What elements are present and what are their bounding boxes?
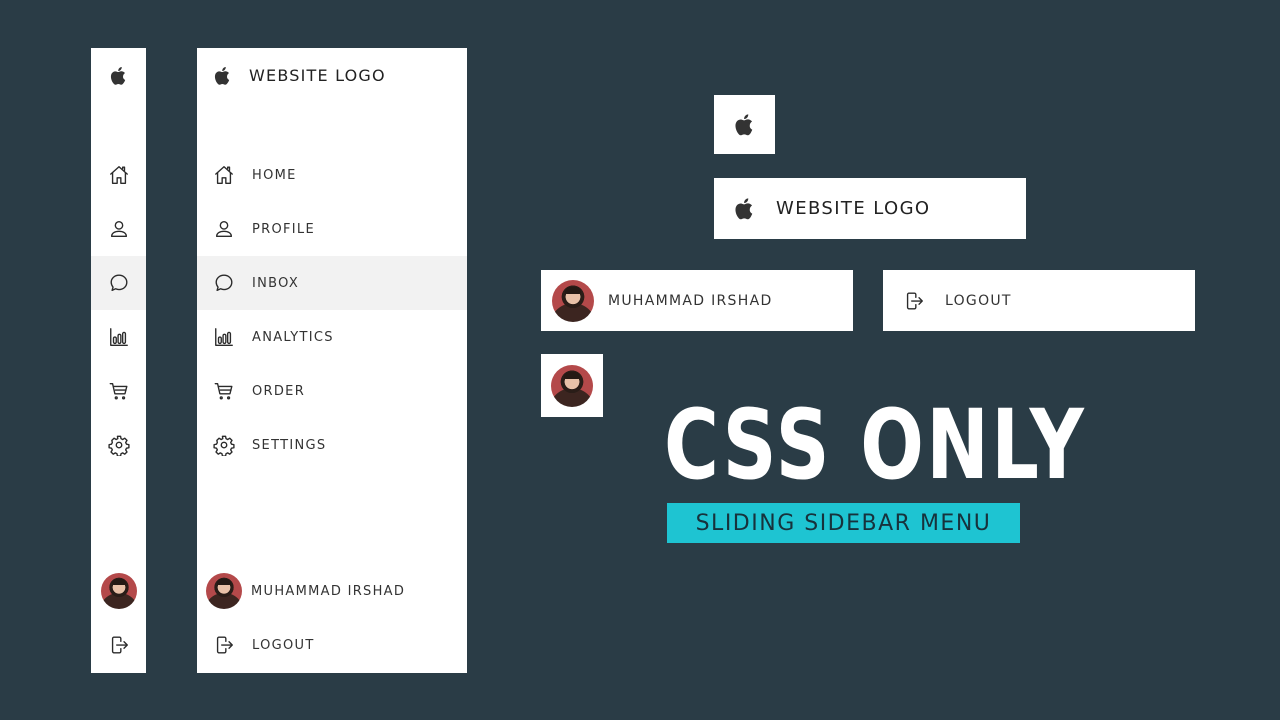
logo-icon-card — [714, 95, 775, 154]
collapsed-sidebar — [91, 48, 146, 673]
sidebar-item-order[interactable]: ORDER — [197, 364, 467, 418]
avatar — [100, 573, 137, 609]
gear-icon — [108, 434, 130, 456]
apple-icon — [108, 65, 130, 87]
user-name: MUHAMMAD IRSHAD — [251, 583, 406, 599]
sidebar-item-profile[interactable]: PROFILE — [197, 202, 467, 256]
cart-icon — [108, 380, 130, 402]
logout-card: LOGOUT — [883, 270, 1195, 331]
sidebar-user[interactable] — [91, 564, 146, 618]
logout-icon — [903, 290, 925, 312]
sidebar-item-label: PROFILE — [252, 221, 315, 237]
sidebar-item-inbox[interactable] — [91, 256, 146, 310]
bar-chart-icon — [108, 326, 130, 348]
user-icon — [108, 218, 130, 240]
home-icon — [108, 164, 130, 186]
user-icon — [213, 218, 235, 240]
sidebar-logo[interactable]: WEBSITE LOGO — [197, 48, 467, 103]
gear-icon — [213, 434, 235, 456]
sidebar-item-settings[interactable]: SETTINGS — [197, 418, 467, 472]
apple-icon — [732, 196, 758, 222]
sidebar-user[interactable]: MUHAMMAD IRSHAD — [197, 564, 467, 618]
user-card: MUHAMMAD IRSHAD — [541, 270, 853, 331]
sidebar-logout[interactable] — [91, 618, 146, 672]
sidebar-item-inbox[interactable]: INBOX — [197, 256, 467, 310]
expanded-sidebar: WEBSITE LOGO HOME PROFILE INBOX ANALYTIC… — [197, 48, 467, 673]
avatar — [552, 279, 594, 322]
cart-icon — [213, 380, 235, 402]
sidebar-logout[interactable]: LOGOUT — [197, 618, 467, 672]
apple-icon — [732, 112, 758, 138]
sidebar-item-home[interactable]: HOME — [197, 148, 467, 202]
logout-icon — [213, 634, 235, 656]
sidebar-item-profile[interactable] — [91, 202, 146, 256]
logout-label: LOGOUT — [252, 637, 315, 653]
user-name: MUHAMMAD IRSHAD — [608, 292, 773, 309]
logo-text: WEBSITE LOGO — [776, 198, 931, 219]
sidebar-item-label: INBOX — [252, 275, 300, 291]
apple-icon — [212, 65, 234, 87]
avatar-card — [541, 354, 603, 417]
headline-title: CSS ONLY — [664, 389, 1087, 501]
avatar — [551, 364, 593, 407]
home-icon — [213, 164, 235, 186]
sidebar-item-label: SETTINGS — [252, 437, 327, 453]
sidebar-logo[interactable] — [91, 48, 146, 103]
sidebar-item-analytics[interactable]: ANALYTICS — [197, 310, 467, 364]
logout-icon — [108, 634, 130, 656]
chat-icon — [213, 272, 235, 294]
sidebar-item-settings[interactable] — [91, 418, 146, 472]
chat-icon — [108, 272, 130, 294]
bar-chart-icon — [213, 326, 235, 348]
sidebar-item-order[interactable] — [91, 364, 146, 418]
headline-subtitle: SLIDING SIDEBAR MENU — [667, 503, 1020, 543]
sidebar-item-label: ORDER — [252, 383, 306, 399]
sidebar-item-label: HOME — [252, 167, 297, 183]
sidebar-item-analytics[interactable] — [91, 310, 146, 364]
logo-text: WEBSITE LOGO — [249, 66, 386, 85]
logout-label: LOGOUT — [945, 292, 1012, 309]
sidebar-item-label: ANALYTICS — [252, 329, 334, 345]
logo-card: WEBSITE LOGO — [714, 178, 1026, 239]
avatar — [206, 573, 242, 609]
sidebar-item-home[interactable] — [91, 148, 146, 202]
